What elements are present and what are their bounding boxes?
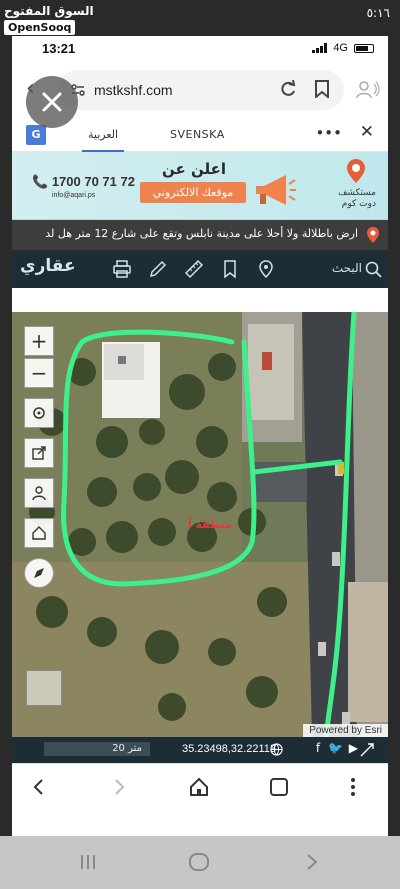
home-icon [32, 526, 46, 540]
crosshair-icon [33, 407, 45, 419]
map-controls: + − [24, 326, 54, 588]
locate-button[interactable] [24, 398, 54, 428]
tab-target-language[interactable]: SVENSKA [170, 128, 225, 141]
battery-icon [354, 43, 374, 53]
location-icon[interactable] [256, 259, 276, 279]
reload-icon[interactable] [278, 79, 298, 99]
signal-icon [312, 43, 328, 53]
share-button[interactable] [24, 438, 54, 468]
watermark-english: OpenSooq [4, 20, 76, 35]
coordinates: 35.23498,32.22113 [182, 743, 276, 755]
ad-banner[interactable]: 📞 1700 70 71 72 info@aqari.ps اعلن عن مو… [12, 152, 388, 220]
google-translate-icon: G [26, 125, 46, 145]
location-pin-icon [367, 227, 379, 243]
ad-email: info@aqari.ps [52, 192, 96, 199]
android-navigation-bar [0, 836, 400, 889]
url-text: mstkshf.com [94, 82, 173, 98]
search-label[interactable]: البحث [332, 261, 362, 275]
esri-attribution: Powered by Esri [303, 724, 388, 737]
translate-bar: G العربية SVENSKA ••• ✕ [12, 118, 388, 152]
compass-icon [34, 568, 44, 578]
user-button[interactable] [24, 478, 54, 508]
map-footer: 20 متر 35.23498,32.22113 f 🐦 ▶ [12, 737, 388, 763]
draw-pencil-icon[interactable] [148, 259, 168, 279]
browser-bottom-nav [12, 763, 388, 809]
aqari-logo: عقاري [20, 256, 76, 276]
outer-clock: ٥:١٦ [366, 6, 390, 20]
ad-phone: 📞 1700 70 71 72 [32, 174, 135, 189]
android-back-icon[interactable] [302, 852, 322, 872]
overview-map-button[interactable] [26, 670, 62, 706]
zoom-in-button[interactable]: + [24, 326, 54, 356]
scale-bar: 20 متر [44, 742, 150, 756]
url-field[interactable]: mstkshf.com [58, 70, 344, 110]
assistant-icon[interactable] [356, 80, 380, 100]
ios-clock: 13:21 [42, 41, 76, 56]
more-options-icon[interactable]: ••• [315, 124, 342, 142]
android-home-icon[interactable] [188, 852, 210, 872]
ad-brand: مستكشف دوت كوم [338, 188, 376, 209]
ticker-text: ارض باطلالة ولا أحلا على مدينة نابلس وتق… [45, 227, 358, 240]
outer-status-bar: السوق المفتوح OpenSooq ٥:١٦ [0, 0, 400, 35]
zoom-out-button[interactable]: − [24, 358, 54, 388]
twitter-icon[interactable]: 🐦 [328, 741, 343, 755]
network-type: 4G [333, 42, 348, 54]
satellite-map[interactable]: منطقة أ + − Powered by Esri [12, 312, 388, 737]
ios-status-bar: 13:21 4G [12, 36, 388, 62]
nav-tabs-icon[interactable] [268, 776, 290, 798]
close-overlay-button[interactable] [26, 76, 78, 128]
tab-source-language[interactable]: العربية [81, 128, 125, 152]
nav-home-icon[interactable] [188, 776, 210, 798]
nav-back-icon[interactable] [28, 776, 50, 798]
nav-forward-icon[interactable] [108, 776, 130, 798]
listing-ticker[interactable]: ارض باطلالة ولا أحلا على مدينة نابلس وتق… [12, 220, 388, 250]
close-icon [42, 92, 62, 112]
phone-screen: 13:21 4G ‹ mstkshf.com G ا [12, 36, 388, 836]
social-links: f 🐦 ▶ [316, 741, 358, 755]
opensooq-watermark: السوق المفتوح OpenSooq [4, 4, 94, 35]
screenshot: السوق المفتوح OpenSooq ٥:١٦ 13:21 4G ‹ m… [0, 0, 400, 889]
brand-pin-icon [347, 159, 365, 183]
watermark-arabic: السوق المفتوح [4, 4, 94, 18]
user-icon [32, 486, 46, 501]
search-icon[interactable] [364, 260, 382, 278]
ad-subtitle: موقعك الالكتروني [140, 182, 246, 203]
youtube-icon[interactable]: ▶ [349, 741, 358, 755]
share-icon [32, 446, 46, 460]
home-button[interactable] [24, 518, 54, 548]
nav-menu-icon[interactable] [342, 776, 364, 798]
compass-button[interactable] [24, 558, 54, 588]
print-icon[interactable] [112, 259, 132, 279]
recent-apps-icon[interactable] [78, 852, 98, 872]
parcel-label: منطقة أ [188, 518, 233, 531]
ad-title: اعلن عن [162, 160, 226, 178]
map-toolbar: عقاري البحث [12, 250, 388, 288]
measure-ruler-icon[interactable] [184, 259, 204, 279]
close-translate-icon[interactable]: ✕ [360, 122, 374, 142]
facebook-icon[interactable]: f [316, 741, 320, 755]
bookmark-icon[interactable] [314, 80, 330, 98]
expand-icon[interactable] [360, 743, 374, 757]
megaphone-icon [256, 175, 296, 205]
globe-icon [270, 743, 283, 756]
bookmark-map-icon[interactable] [220, 259, 240, 279]
